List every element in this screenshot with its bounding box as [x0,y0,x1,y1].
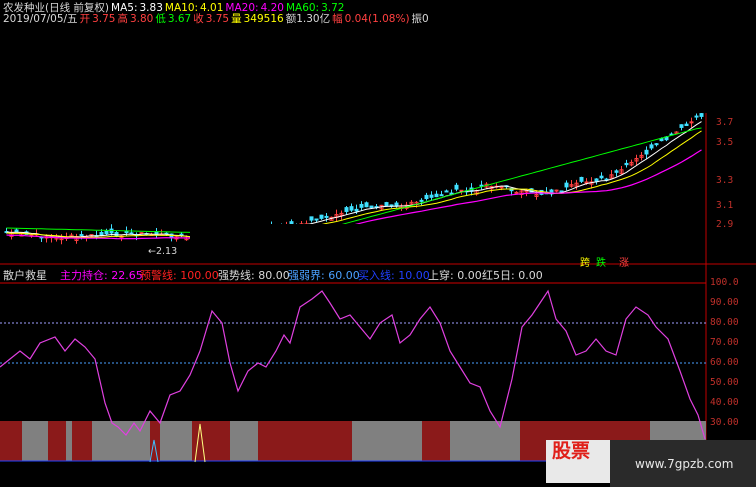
candle-body [444,190,449,193]
min-price-label: ←2.13 [148,246,178,257]
candle-body [454,184,459,190]
chart-window[interactable]: 农发种业(日线 前复权) MA5: 3.83 MA10: 4.01 MA20: 4.20 MA… [0,0,756,487]
candle-body [439,194,444,197]
indicator-legend-item: 上穿: 0.00 [428,269,482,282]
candle-body [314,218,319,221]
signal-band [48,421,66,461]
candle-body [364,202,369,208]
indicator-axis-label: 30.00 [710,417,739,428]
indicator-axis-label: 70.00 [710,337,739,348]
price-axis-label: 3.1 [716,200,734,211]
candle-body [344,207,349,212]
price-axis-label: 2.9 [716,219,734,230]
candle-body [324,215,329,218]
candle-body [614,170,619,173]
indicator-axis-label: 60.00 [710,357,739,368]
candle-body [594,178,599,182]
candle-body [429,194,434,198]
candle-body [564,182,569,188]
candle-body [349,206,354,211]
signal-band [352,421,422,461]
price-axis-label: 3.7 [716,117,734,128]
signal-band [66,421,72,461]
candle-body [14,229,19,233]
signal-band [258,421,352,461]
signal-badge: 跨 [580,258,590,269]
indicator-axis-label: 50.00 [710,377,739,388]
candle-body [99,232,104,236]
signal-band [160,421,192,461]
candle-body [584,181,589,184]
occlusion-top-right [428,0,756,113]
candle-body [459,189,464,192]
indicator-title: 散户救星 [3,269,47,282]
indicator-legend-item: 预警线: 100.00 [140,269,219,282]
price-axis-label: 3.5 [716,137,734,148]
candle-body [654,143,659,146]
watermark-logo-text: 股票 [552,440,591,462]
candle-body [424,194,429,200]
indicator-legend-item: 红5日: 0.00 [482,269,543,282]
indicator-legend-item: 买入线: 10.00 [358,269,430,282]
signal-band [450,421,520,461]
candle-body [699,113,704,117]
candle-body [354,208,359,212]
candle-body [649,144,654,149]
indicator-axis-label: 80.00 [710,317,739,328]
occlusion-mid [190,224,568,262]
candle-body [644,149,649,155]
indicator-axis-label: 90.00 [710,297,739,308]
signal-band [72,421,92,461]
candle-body [309,216,314,221]
candle-body [684,123,689,127]
price-axis-label: 3.3 [716,175,734,186]
signal-band [520,421,546,461]
candle-body [419,199,424,202]
candle-body [104,230,109,235]
candle-body [514,191,519,194]
candle-body [599,175,604,179]
candle-body [139,232,144,235]
indicator-legend-item: 主力持仓: 22.65 [60,269,143,282]
candle-body [624,162,629,166]
indicator-legend-item: 强势线: 80.00 [218,269,290,282]
candle-body [369,205,374,208]
candle-body [689,121,694,124]
indicator-legend-item: 强弱界: 60.00 [288,269,360,282]
indicator-axis-label: 40.00 [710,397,739,408]
signal-band [22,421,48,461]
candle-body [129,232,134,235]
candle-body [679,124,684,128]
candle-body [449,192,454,195]
signal-band [0,421,22,461]
candle-body [434,193,439,198]
candle-body [554,189,559,192]
signal-band [92,421,150,461]
watermark-url: www.7gpzb.com [635,457,734,471]
candle-body [319,214,324,219]
signal-badge: 跌 [596,258,606,269]
candle-body [694,115,699,118]
candle-body [79,234,84,237]
main-force-line [0,289,706,440]
candle-body [359,203,364,208]
candle-body [384,202,389,207]
indicator-axis-label: 100.0 [710,277,739,288]
signal-band [230,421,258,461]
signal-badge: 涨 [619,258,629,269]
signal-band [422,421,450,461]
candle-body [579,176,584,182]
